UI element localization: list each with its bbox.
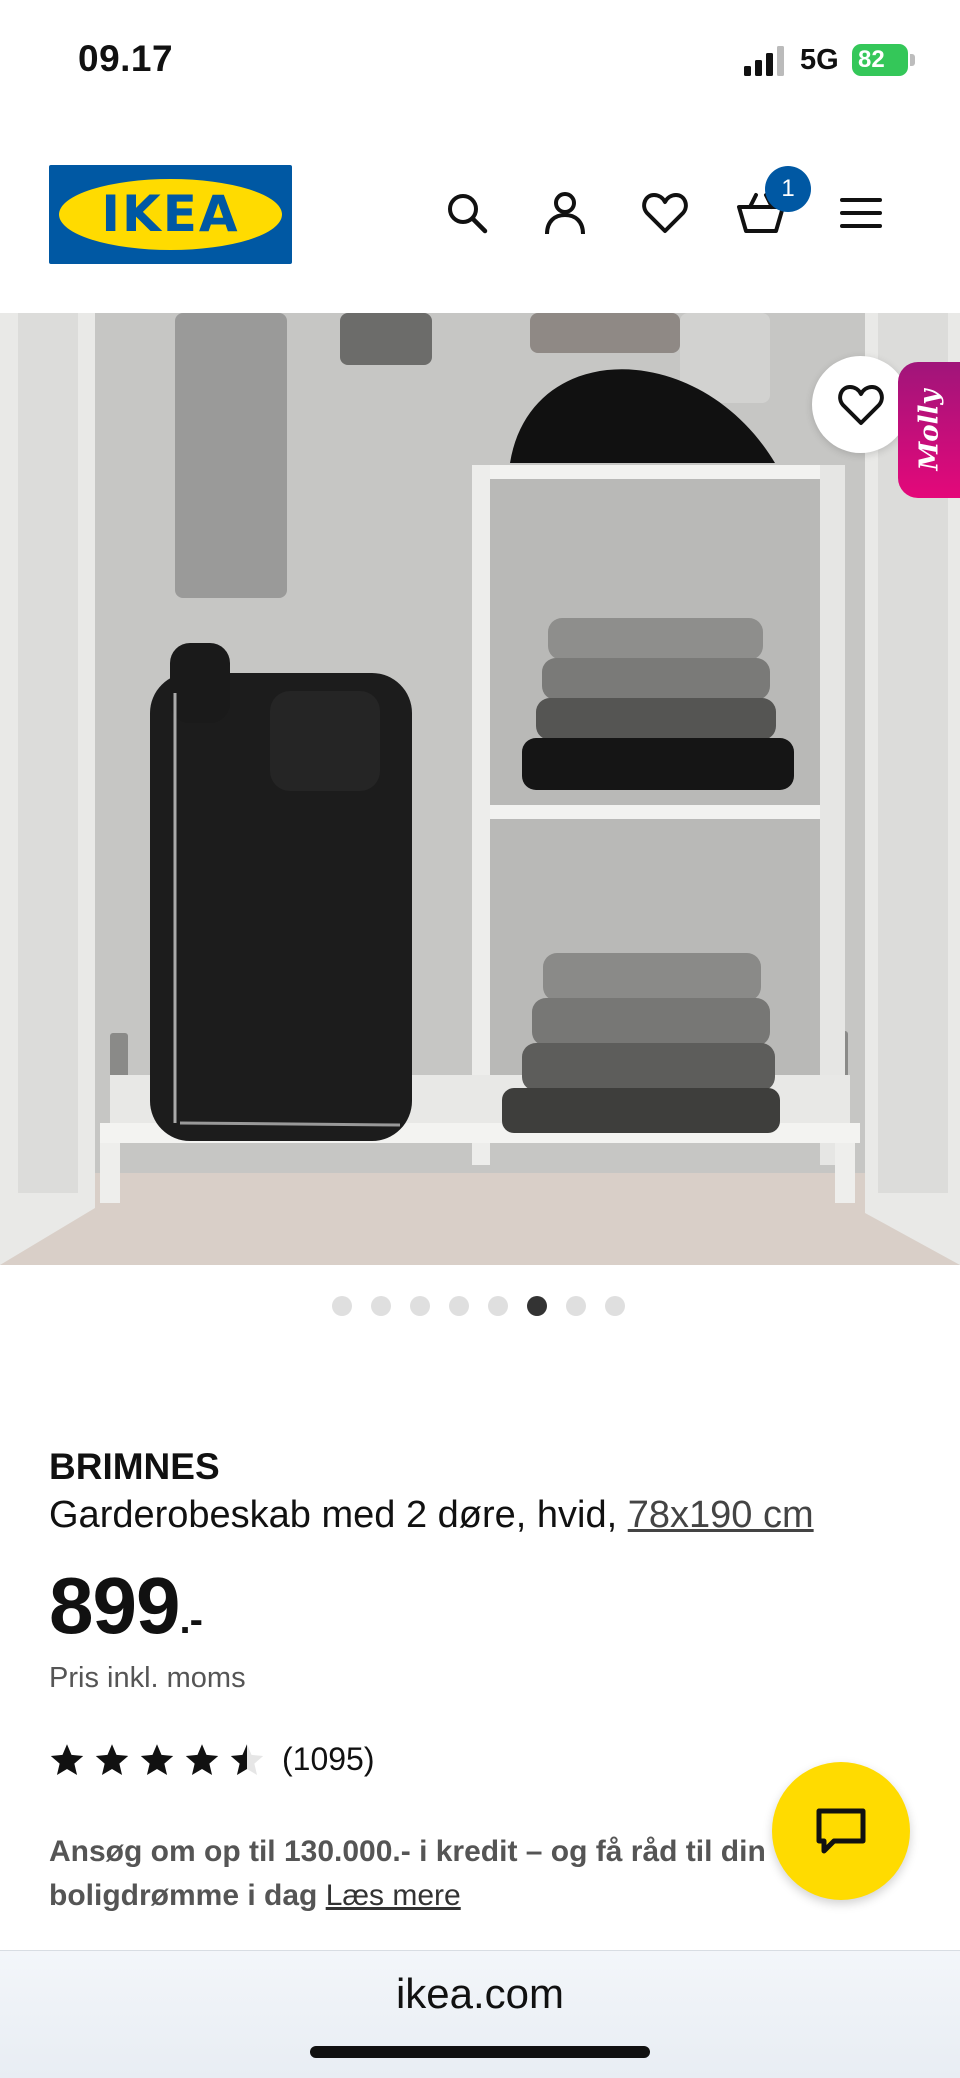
search-button[interactable] [442, 188, 492, 238]
search-icon [448, 194, 488, 234]
star-full-icon [50, 1744, 84, 1775]
read-more-link[interactable]: Læs mere [326, 1879, 461, 1912]
menu-icon [840, 198, 882, 228]
battery-level: 82 [858, 46, 885, 73]
account-icon [545, 192, 585, 235]
wardrobe-photo [0, 313, 960, 1265]
cellular-signal-icon [744, 46, 784, 76]
star-half-icon [230, 1744, 264, 1775]
heart-icon [837, 384, 884, 425]
logo-text: IKEA [101, 185, 240, 243]
menu-button[interactable] [836, 188, 886, 238]
product-brand: BRIMNES [49, 1446, 220, 1487]
rating-stars[interactable] [49, 1742, 265, 1778]
molly-assistant-tab[interactable]: Molly [898, 362, 960, 498]
home-indicator[interactable] [310, 2046, 650, 2058]
heart-icon [642, 193, 688, 233]
save-favourite-button[interactable] [812, 356, 909, 453]
account-button[interactable] [540, 188, 590, 238]
status-bar: 09.17 5G 82 [0, 0, 960, 120]
chat-button[interactable] [772, 1762, 910, 1900]
status-time: 09.17 [78, 38, 174, 79]
battery-icon: 82 [852, 44, 908, 76]
credit-offer: Ansøg om op til 130.000.- i kredit – og … [49, 1830, 809, 1918]
product-size-link[interactable]: 78x190 cm [628, 1494, 814, 1536]
battery-tip [910, 54, 915, 66]
carousel-dot[interactable] [449, 1296, 469, 1316]
product-description-text: Garderobeskab med 2 døre, hvid, [49, 1494, 628, 1536]
carousel-dot[interactable] [332, 1296, 352, 1316]
carousel-dot[interactable] [371, 1296, 391, 1316]
star-full-icon [140, 1744, 174, 1775]
carousel-dot[interactable] [566, 1296, 586, 1316]
network-type: 5G [800, 44, 839, 76]
product-description: Garderobeskab med 2 døre, hvid, 78x190 c… [49, 1494, 814, 1537]
price-suffix: .- [179, 1598, 202, 1642]
ikea-logo[interactable]: IKEA [49, 165, 292, 264]
rating-count[interactable]: (1095) [282, 1741, 375, 1778]
carousel-dot[interactable] [605, 1296, 625, 1316]
star-full-icon [95, 1744, 129, 1775]
price-value: 899 [49, 1561, 180, 1650]
product-image[interactable] [0, 313, 960, 1265]
molly-label: Molly [914, 389, 945, 471]
carousel-dot[interactable] [488, 1296, 508, 1316]
carousel-dot-active[interactable] [527, 1296, 547, 1316]
browser-url[interactable]: ikea.com [0, 1970, 960, 2018]
carousel-dot[interactable] [410, 1296, 430, 1316]
product-price: 899.- [49, 1560, 203, 1652]
cart-count-badge: 1 [765, 166, 811, 212]
image-carousel-dots [332, 1296, 625, 1316]
chat-icon [816, 1808, 866, 1854]
star-full-icon [185, 1744, 219, 1775]
vat-note: Pris inkl. moms [49, 1662, 246, 1694]
favourites-button[interactable] [640, 188, 690, 238]
